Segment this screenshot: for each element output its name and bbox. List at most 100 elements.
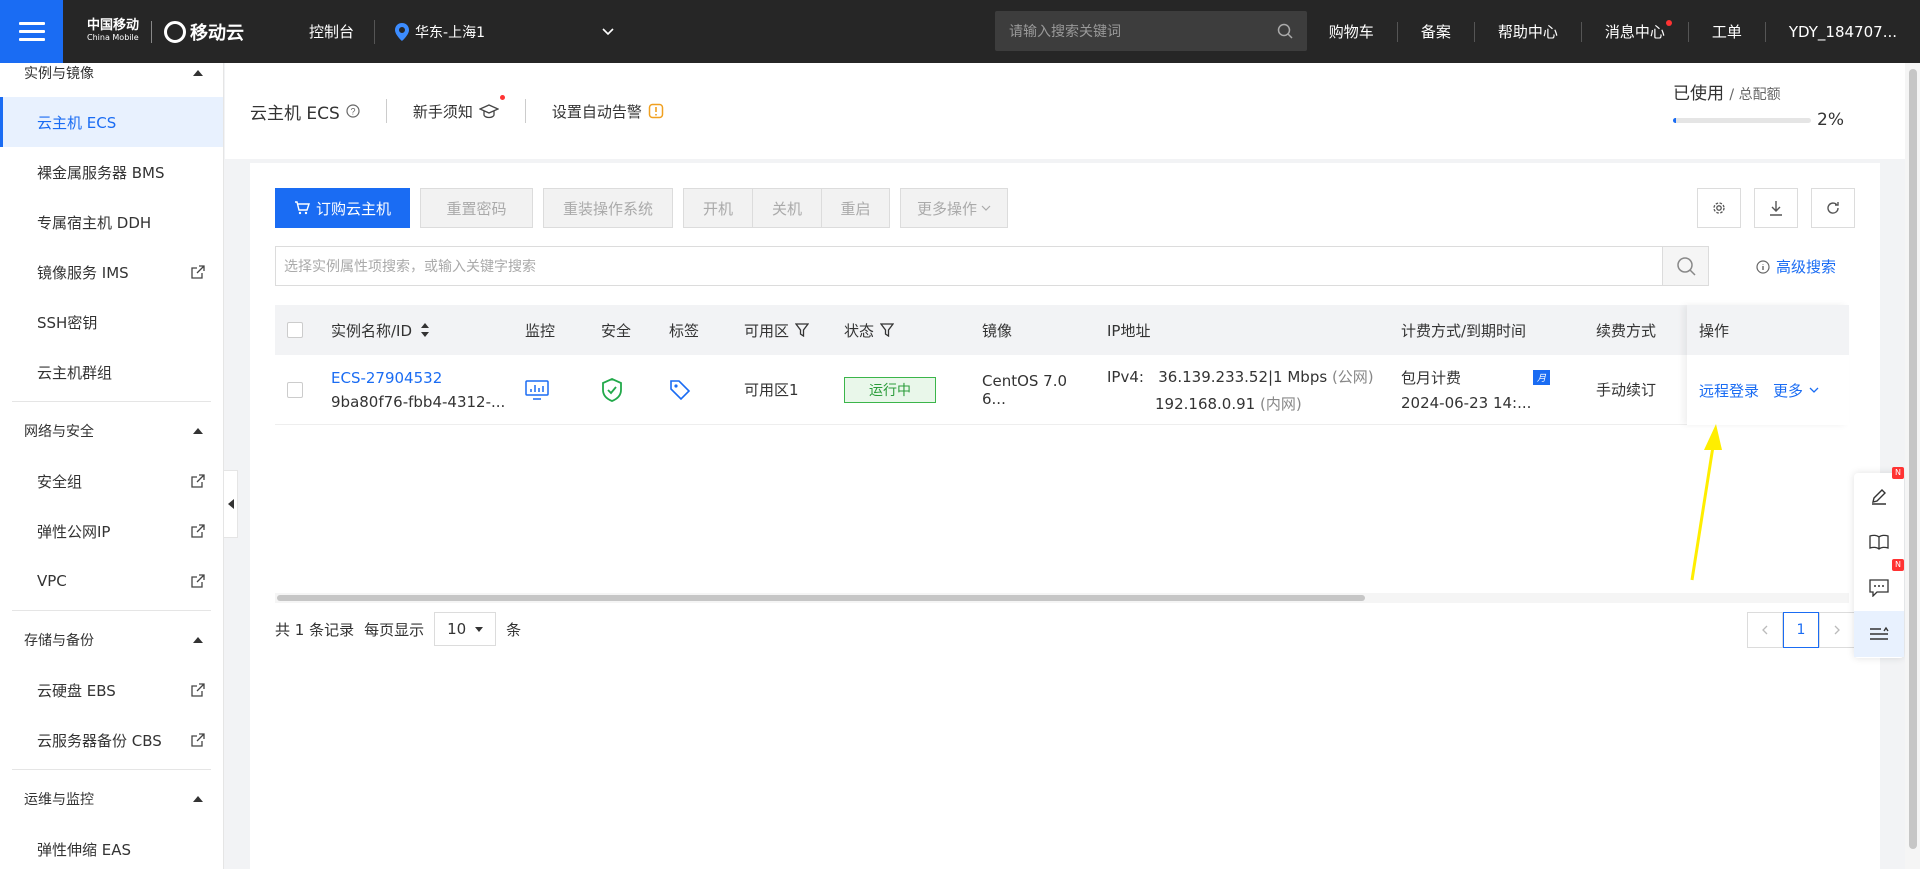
collapse-triangle-icon bbox=[193, 637, 203, 643]
sidebar-item-ecs[interactable]: 云主机 ECS bbox=[0, 97, 223, 147]
sidebar-item-ddh[interactable]: 专属宿主机 DDH bbox=[0, 197, 223, 247]
monitor-chart-icon[interactable] bbox=[513, 379, 589, 400]
instance-id: 9ba80f76-fbb4-4312-... bbox=[331, 392, 506, 411]
sidebar-item-cbs[interactable]: 云服务器备份 CBS bbox=[0, 715, 223, 765]
refresh-button[interactable] bbox=[1811, 188, 1855, 228]
vertical-scroll-thumb[interactable] bbox=[1909, 69, 1917, 849]
search-icon bbox=[1277, 23, 1293, 39]
feedback-button[interactable]: N bbox=[1854, 467, 1904, 519]
restart-button[interactable]: 重启 bbox=[821, 188, 891, 228]
icp-link[interactable]: 备案 bbox=[1398, 21, 1475, 42]
table-row[interactable]: ECS-27904532 9ba80f76-fbb4-4312-... 可用区1… bbox=[275, 355, 1849, 425]
stop-button[interactable]: 关机 bbox=[752, 188, 822, 228]
reinstall-os-button[interactable]: 重装操作系统 bbox=[543, 188, 674, 228]
cart-link[interactable]: 购物车 bbox=[1306, 21, 1398, 42]
horizontal-scroll-thumb[interactable] bbox=[277, 595, 1365, 601]
collapse-toolbar-button[interactable] bbox=[1854, 611, 1904, 657]
col-renew: 续费方式 bbox=[1596, 321, 1657, 340]
sidebar-item-group[interactable]: 云主机群组 bbox=[0, 347, 223, 397]
sidebar-collapse-button[interactable] bbox=[224, 470, 238, 538]
sidebar-item-vpc[interactable]: VPC bbox=[0, 556, 223, 606]
sidebar-item-bms[interactable]: 裸金属服务器 BMS bbox=[0, 147, 223, 197]
cart-icon bbox=[295, 201, 310, 215]
group-storage[interactable]: 存储与备份 bbox=[0, 615, 223, 665]
sidebar-item-eas[interactable]: 弹性伸缩 EAS bbox=[0, 824, 223, 869]
start-button[interactable]: 开机 bbox=[683, 188, 753, 228]
chevron-right-icon bbox=[1834, 625, 1840, 635]
filter-icon bbox=[880, 323, 895, 337]
annotation-arrow bbox=[1690, 424, 1722, 581]
search-submit-button[interactable] bbox=[1662, 247, 1708, 285]
page-1-button[interactable]: 1 bbox=[1783, 612, 1819, 648]
collapse-arrow-icon bbox=[227, 499, 234, 509]
top-nav: 购物车 备案 帮助中心 消息中心 工单 YDY_184707... bbox=[1306, 0, 1920, 63]
new-dot bbox=[499, 94, 505, 100]
download-button[interactable] bbox=[1754, 188, 1798, 228]
svg-text:?: ? bbox=[350, 107, 355, 117]
remote-login-link[interactable]: 远程登录 bbox=[1699, 380, 1759, 401]
pencil-icon bbox=[1872, 489, 1886, 505]
col-status[interactable]: 状态 bbox=[832, 320, 970, 341]
group-ops[interactable]: 运维与监控 bbox=[0, 774, 223, 824]
group-instances[interactable]: 实例与镜像 bbox=[0, 63, 223, 85]
billing-cell: 包月计费月 2024-06-23 14:... bbox=[1389, 367, 1584, 412]
new-badge: N bbox=[1892, 559, 1904, 571]
refresh-icon bbox=[1827, 202, 1839, 214]
buy-ecs-button[interactable]: 订购云主机 bbox=[275, 188, 411, 228]
col-tags: 标签 bbox=[669, 321, 700, 340]
help-center-link[interactable]: 帮助中心 bbox=[1475, 21, 1582, 42]
external-link-icon bbox=[191, 524, 205, 538]
external-link-icon bbox=[191, 683, 205, 697]
col-zone[interactable]: 可用区 bbox=[732, 320, 832, 341]
page-size-select[interactable]: 10 bbox=[434, 612, 497, 646]
region-selector[interactable]: 华东-上海1 bbox=[374, 19, 614, 44]
sidebar-item-eip[interactable]: 弹性公网IP bbox=[0, 506, 223, 556]
advanced-search-link[interactable]: 高级搜索 bbox=[1756, 256, 1836, 277]
china-mobile-logo: 中国移动 China Mobile bbox=[87, 17, 140, 42]
sidebar-item-ims[interactable]: 镜像服务 IMS bbox=[0, 247, 223, 297]
logo[interactable]: 中国移动 China Mobile 移动云 bbox=[87, 19, 244, 45]
col-name[interactable]: 实例名称/ID bbox=[319, 320, 513, 341]
user-account-menu[interactable]: YDY_184707... bbox=[1766, 22, 1920, 42]
global-search-input[interactable]: 请输入搜索关键词 bbox=[995, 11, 1307, 51]
chat-button[interactable]: N bbox=[1854, 559, 1904, 611]
pagination: 1 bbox=[1747, 612, 1855, 648]
select-all-checkbox[interactable] bbox=[287, 322, 303, 338]
message-center-link[interactable]: 消息中心 bbox=[1582, 19, 1689, 42]
vertical-scrollbar[interactable] bbox=[1905, 63, 1920, 869]
sidebar-item-ebs[interactable]: 云硬盘 EBS bbox=[0, 665, 223, 715]
new-badge: N bbox=[1892, 467, 1904, 479]
floating-toolbar: N N bbox=[1854, 467, 1904, 658]
quota-indicator: 已使用 / 总配额 2% bbox=[1673, 84, 1844, 130]
console-link[interactable]: 控制台 bbox=[309, 21, 354, 42]
external-link-icon bbox=[191, 265, 205, 279]
external-link-icon bbox=[191, 574, 205, 588]
info-icon bbox=[1756, 259, 1770, 274]
sidebar-item-ssh[interactable]: SSH密钥 bbox=[0, 297, 223, 347]
reset-password-button[interactable]: 重置密码 bbox=[420, 188, 534, 228]
menu-icon[interactable] bbox=[0, 0, 63, 63]
chevron-down-icon bbox=[981, 205, 991, 211]
ticket-link[interactable]: 工单 bbox=[1689, 21, 1766, 42]
beginner-guide-link[interactable]: 新手须知 bbox=[413, 94, 505, 122]
chat-icon bbox=[1869, 579, 1889, 597]
next-page-button[interactable] bbox=[1819, 612, 1855, 648]
group-network[interactable]: 网络与安全 bbox=[0, 406, 223, 456]
sidebar: 实例与镜像 云主机 ECS 裸金属服务器 BMS 专属宿主机 DDH 镜像服务 … bbox=[0, 63, 224, 869]
more-ops-button[interactable]: 更多操作 bbox=[900, 188, 1009, 228]
shield-check-icon[interactable] bbox=[589, 377, 657, 402]
external-link-icon bbox=[191, 474, 205, 488]
settings-button[interactable] bbox=[1697, 188, 1741, 228]
renew-cell: 手动续订 bbox=[1596, 381, 1657, 399]
auto-alert-link[interactable]: 设置自动告警 bbox=[552, 101, 664, 122]
status-badge: 运行中 bbox=[844, 376, 936, 403]
more-actions-dropdown[interactable]: 更多 bbox=[1773, 380, 1819, 401]
instance-name-link[interactable]: ECS-27904532 bbox=[331, 369, 442, 387]
row-checkbox[interactable] bbox=[287, 381, 303, 398]
help-circle-icon: ? bbox=[346, 104, 360, 118]
instance-search-input[interactable]: 选择实例属性项搜索，或输入关键字搜索 bbox=[275, 246, 1709, 286]
tag-icon[interactable] bbox=[657, 379, 732, 401]
sidebar-item-security-group[interactable]: 安全组 bbox=[0, 456, 223, 506]
image-cell: CentOS 7.0 6... bbox=[982, 371, 1068, 408]
prev-page-button[interactable] bbox=[1747, 612, 1783, 648]
